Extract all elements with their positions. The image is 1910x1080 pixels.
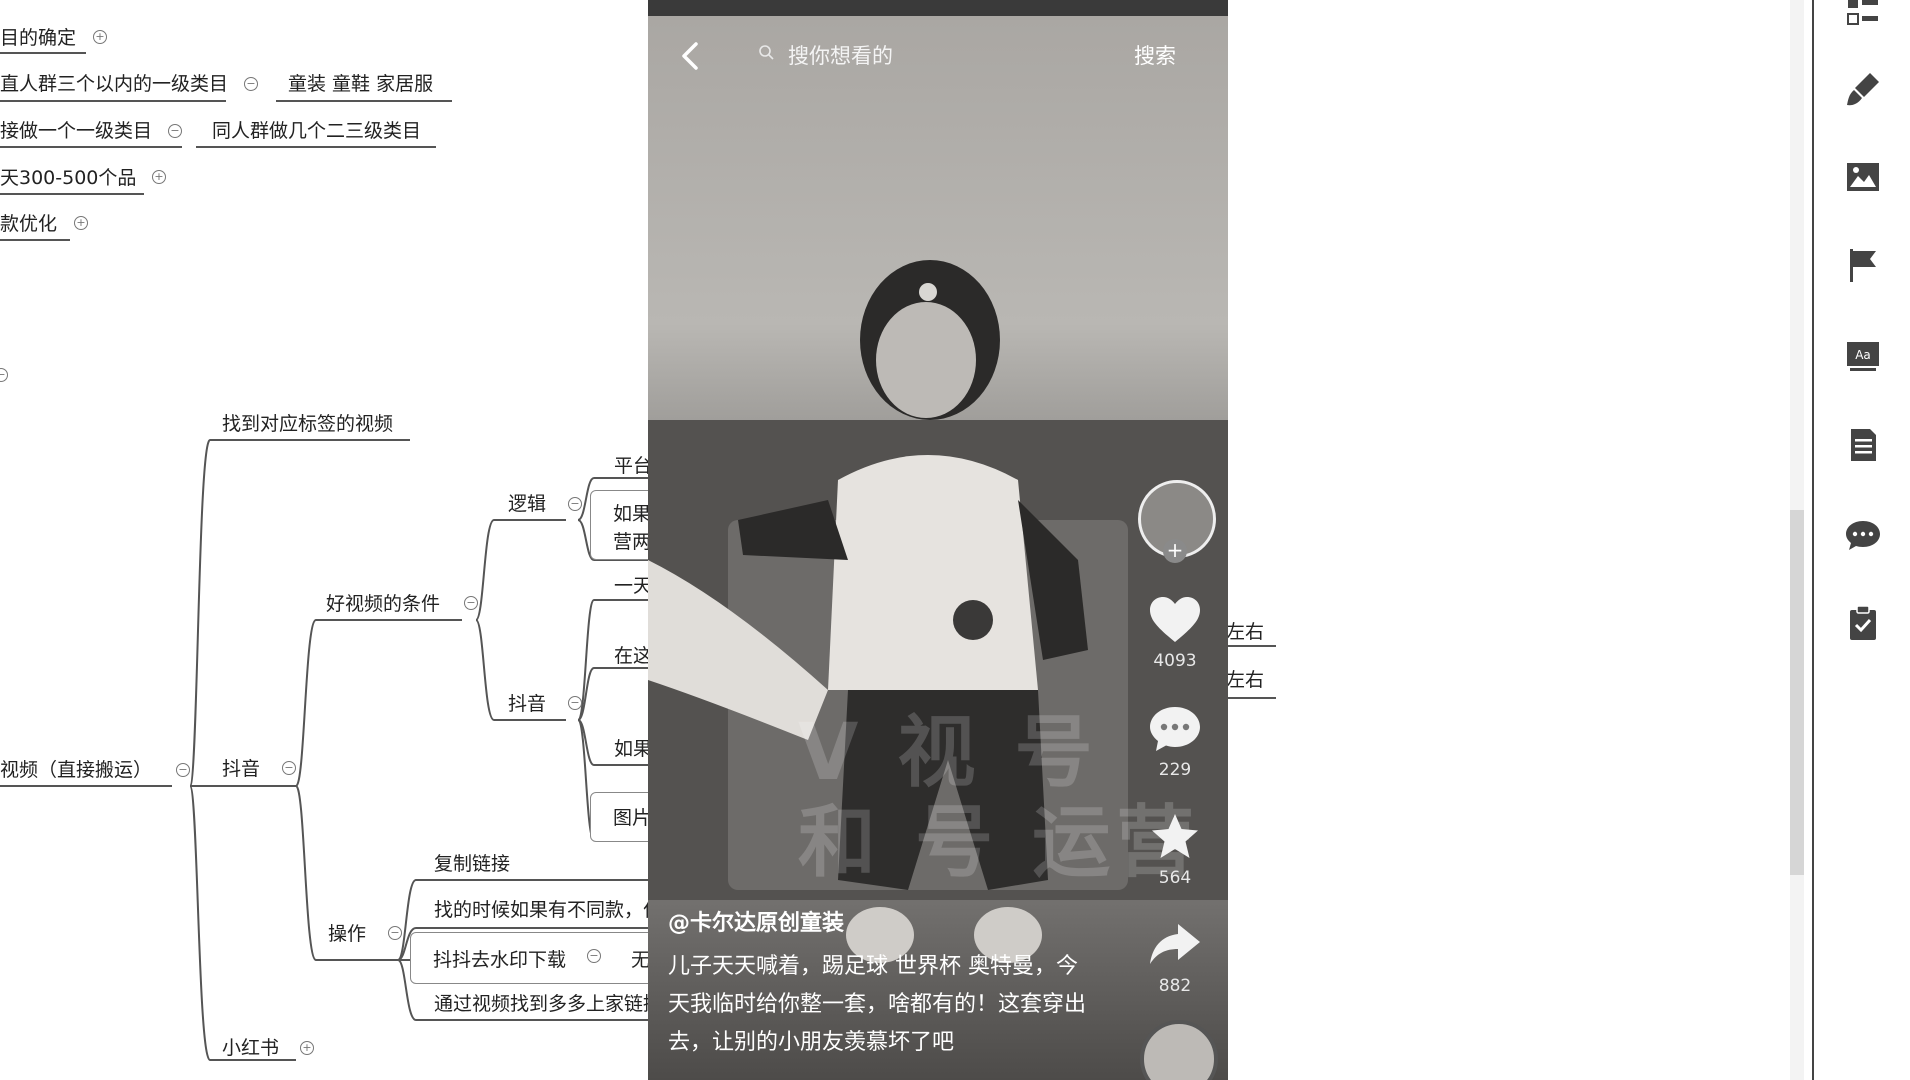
- collapse-toggle-icon[interactable]: −: [568, 497, 582, 511]
- search-icon: [759, 45, 774, 60]
- flag-icon[interactable]: [1844, 246, 1882, 284]
- image-icon[interactable]: [1844, 158, 1882, 196]
- expand-toggle-icon[interactable]: +: [300, 1041, 314, 1055]
- node-daily-products[interactable]: 天300-500个品: [0, 166, 136, 190]
- node-category-list[interactable]: 童装 童鞋 家居服: [288, 72, 433, 96]
- expand-toggle-icon[interactable]: +: [152, 170, 166, 184]
- node-logic-child: 如果: [613, 503, 652, 525]
- comment-icon[interactable]: [1148, 704, 1202, 754]
- node-copy-link[interactable]: 复制链接: [434, 852, 510, 876]
- right-toolbar: Aa: [1812, 0, 1910, 1080]
- document-icon[interactable]: [1844, 426, 1882, 464]
- node-watermark-download-box[interactable]: 抖抖去水印下载 − 无: [410, 932, 662, 984]
- node-find-supplier-link[interactable]: 通过视频找到多多上家链接: [434, 992, 662, 1016]
- collapse-toggle-icon[interactable]: −: [244, 77, 258, 91]
- node-optimize[interactable]: 款优化: [0, 212, 57, 236]
- collapse-toggle-icon[interactable]: −: [168, 124, 182, 138]
- node-logic-child: 营两: [613, 531, 652, 553]
- video-player-window[interactable]: V 视 号 和 号 运营 搜你想看的 搜索 + 4093 229 564 882…: [648, 0, 1228, 1080]
- svg-text:Aa: Aa: [1855, 348, 1871, 362]
- node-categories-limit[interactable]: 直人群三个以内的一级类目: [0, 72, 228, 96]
- node-logic-child[interactable]: 平台: [614, 454, 652, 478]
- collapse-toggle-icon[interactable]: −: [568, 696, 582, 710]
- outline-icon[interactable]: [1844, 0, 1882, 28]
- node-douyin-child[interactable]: 如果: [614, 737, 652, 761]
- clipboard-check-icon[interactable]: [1844, 604, 1882, 642]
- collapse-toggle-icon[interactable]: −: [388, 926, 402, 940]
- node-good-video-conditions[interactable]: 好视频的条件: [326, 592, 440, 616]
- expand-toggle-icon[interactable]: +: [93, 30, 107, 44]
- expand-toggle-icon[interactable]: +: [74, 216, 88, 230]
- text-style-icon[interactable]: Aa: [1844, 336, 1882, 374]
- node-subcategories[interactable]: 同人群做几个二三级类目: [212, 119, 421, 143]
- share-icon[interactable]: [1148, 920, 1202, 970]
- node-logic[interactable]: 逻辑: [508, 492, 546, 516]
- node-goal[interactable]: 目的确定: [0, 26, 76, 50]
- node-xiaohongshu[interactable]: 小红书: [222, 1036, 279, 1060]
- brush-icon[interactable]: [1844, 70, 1882, 108]
- node-douyin[interactable]: 抖音: [222, 757, 260, 781]
- node-douyin-child[interactable]: 在这: [614, 644, 652, 668]
- node-find-tag-video[interactable]: 找到对应标签的视频: [222, 412, 393, 436]
- node-douyin-sub[interactable]: 抖音: [508, 692, 546, 716]
- collapse-toggle-icon[interactable]: −: [282, 761, 296, 775]
- collapse-toggle-icon[interactable]: −: [176, 763, 190, 777]
- comment-count: 229: [1158, 760, 1192, 780]
- video-caption: 儿子天天喊着，踢足球 世界杯 奥特曼，今天我临时给你整一套，啥都有的！这套穿出去…: [668, 954, 1087, 1055]
- follow-plus-icon[interactable]: +: [1163, 539, 1187, 563]
- heart-icon[interactable]: [1148, 596, 1202, 646]
- search-input[interactable]: 搜你想看的: [788, 40, 893, 70]
- node-operation[interactable]: 操作: [328, 922, 366, 946]
- search-button[interactable]: 搜索: [1134, 40, 1176, 70]
- star-icon[interactable]: [1148, 812, 1202, 862]
- like-count: 4093: [1153, 651, 1197, 671]
- scrollbar-thumb[interactable]: [1790, 510, 1804, 875]
- node-douyin-child: 图片: [613, 807, 652, 829]
- node-video-repost[interactable]: 视频（直接搬运）: [0, 758, 152, 782]
- node-fragment[interactable]: 左右: [1226, 620, 1264, 644]
- favorite-count: 564: [1158, 868, 1192, 888]
- node-fragment[interactable]: 左右: [1226, 668, 1264, 692]
- node-watermark-download: 抖抖去水印下载: [433, 949, 567, 971]
- author-name[interactable]: @卡尔达原创童装: [668, 905, 844, 937]
- share-count: 882: [1158, 976, 1192, 996]
- comment-icon[interactable]: [1844, 516, 1882, 554]
- collapse-toggle-icon[interactable]: −: [464, 596, 478, 610]
- node-different-style[interactable]: 找的时候如果有不同款，仁: [434, 898, 662, 922]
- node-single-category[interactable]: 接做一个一级类目: [0, 119, 152, 143]
- back-arrow-icon[interactable]: [676, 38, 706, 74]
- collapse-toggle-icon[interactable]: −: [587, 949, 601, 963]
- node-douyin-child[interactable]: 一天: [614, 574, 652, 598]
